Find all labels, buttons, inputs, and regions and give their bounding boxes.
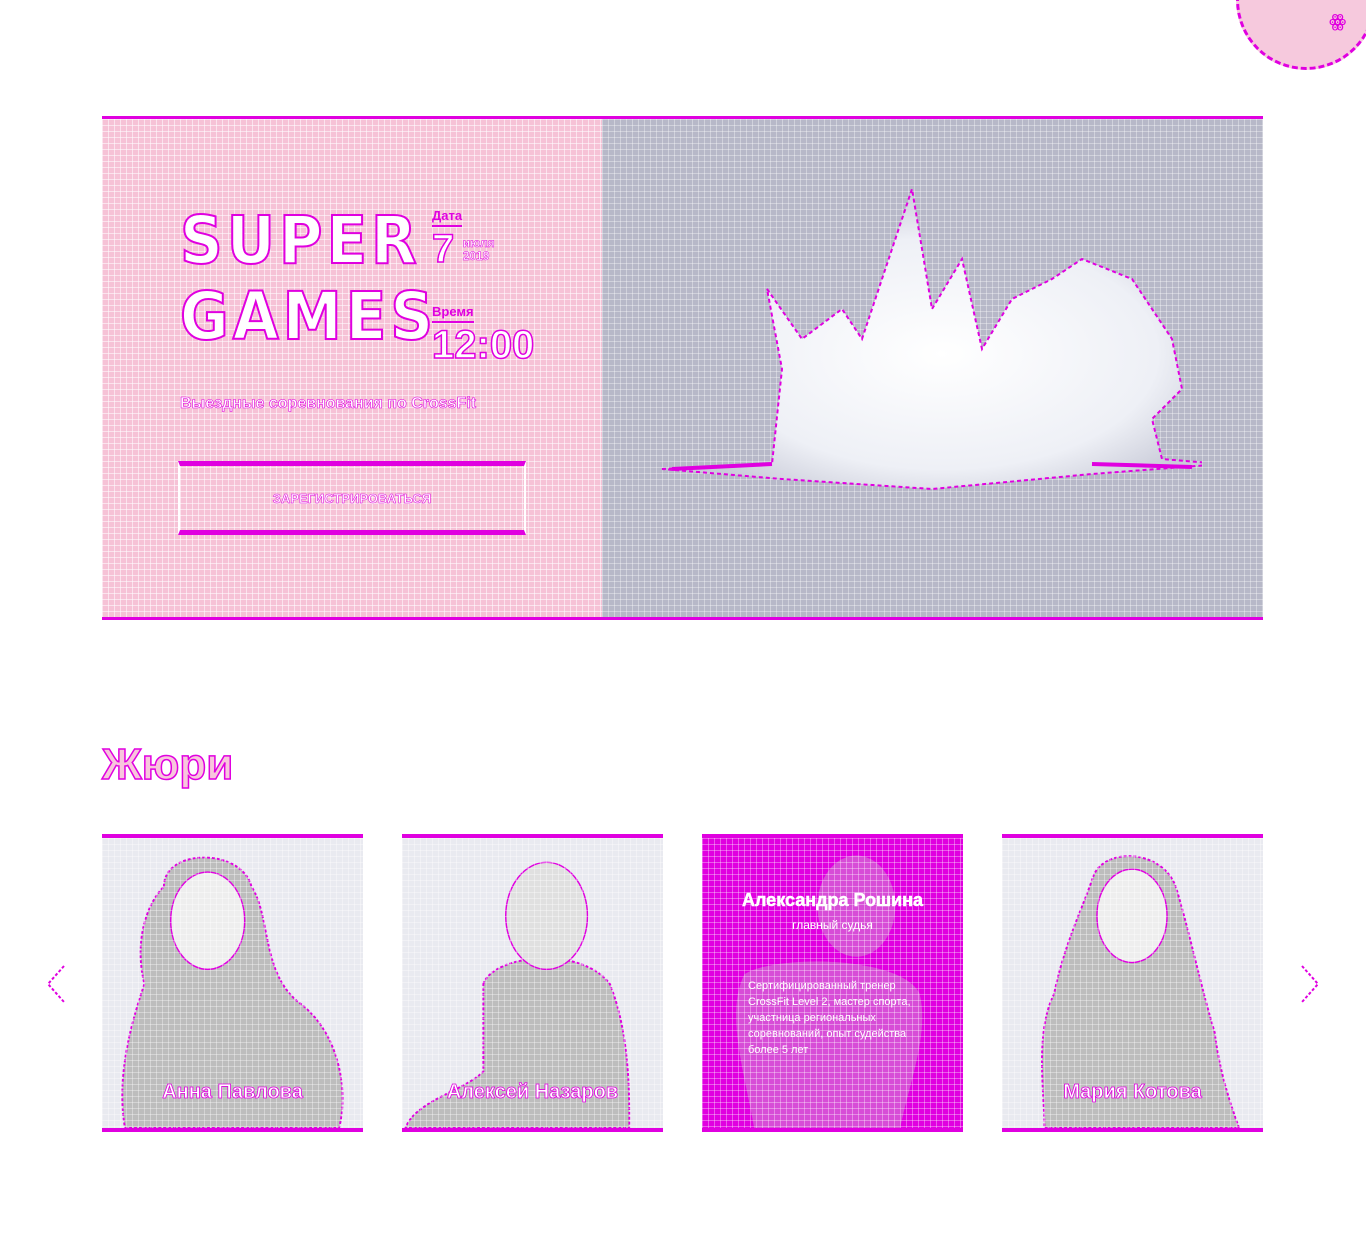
register-button-label: ЗАРЕГИСТРИРОВАТЬСЯ xyxy=(272,490,432,506)
event-time: Время 12:00 xyxy=(431,303,535,368)
event-hero: SUPER GAMES Дата 7 июля 2019 Время 12:00… xyxy=(102,116,1263,620)
jury-name: Александра Рошина xyxy=(741,890,924,911)
jury-heading: Жюри xyxy=(101,739,234,790)
event-title: SUPER GAMES xyxy=(179,202,434,356)
splash-image xyxy=(661,189,1202,491)
jury-card[interactable]: Анна Павлова xyxy=(102,834,363,1132)
jury-card[interactable]: Мария Котова xyxy=(1002,834,1263,1132)
date-year: 2019 xyxy=(462,249,490,263)
event-image-panel xyxy=(602,119,1263,617)
event-info-panel: SUPER GAMES Дата 7 июля 2019 Время 12:00… xyxy=(102,119,602,617)
event-title-line-2: GAMES xyxy=(179,278,438,356)
brand-logo-icon: ꙮ xyxy=(1329,11,1347,31)
jury-card[interactable]: Алексей Назаров xyxy=(402,834,663,1132)
date-month-year: июля 2019 xyxy=(462,236,495,263)
jury-name: Алексей Назаров xyxy=(446,1081,619,1104)
chevron-right-icon xyxy=(1301,965,1320,1003)
jury-name: Мария Котова xyxy=(1063,1081,1202,1104)
carousel-next-button[interactable] xyxy=(1298,962,1322,1006)
corner-badge: ꙮ xyxy=(1236,0,1366,70)
event-title-line-1: SUPER xyxy=(179,202,421,280)
jury-card-active[interactable]: Александра Рошина главный судья Сертифиц… xyxy=(702,834,963,1132)
time-value: 12:00 xyxy=(431,322,535,368)
event-subtitle: Выездные соревнования по CrossFit xyxy=(180,395,477,413)
chevron-left-icon xyxy=(46,965,65,1003)
date-label: Дата xyxy=(432,208,463,227)
date-day: 7 xyxy=(431,226,455,272)
date-month: июля xyxy=(462,236,495,250)
carousel-prev-button[interactable] xyxy=(44,962,68,1006)
jury-description: Сертифицированный тренер CrossFit Level … xyxy=(748,980,911,1056)
register-button[interactable]: ЗАРЕГИСТРИРОВАТЬСЯ xyxy=(178,461,526,535)
jury-name: Анна Павлова xyxy=(162,1081,303,1104)
time-label: Время xyxy=(432,304,474,323)
event-date: Дата 7 июля 2019 xyxy=(431,207,495,272)
jury-carousel: Анна Павлова Алексей Назаров Александра … xyxy=(102,834,1263,1134)
jury-role: главный судья xyxy=(792,918,873,932)
